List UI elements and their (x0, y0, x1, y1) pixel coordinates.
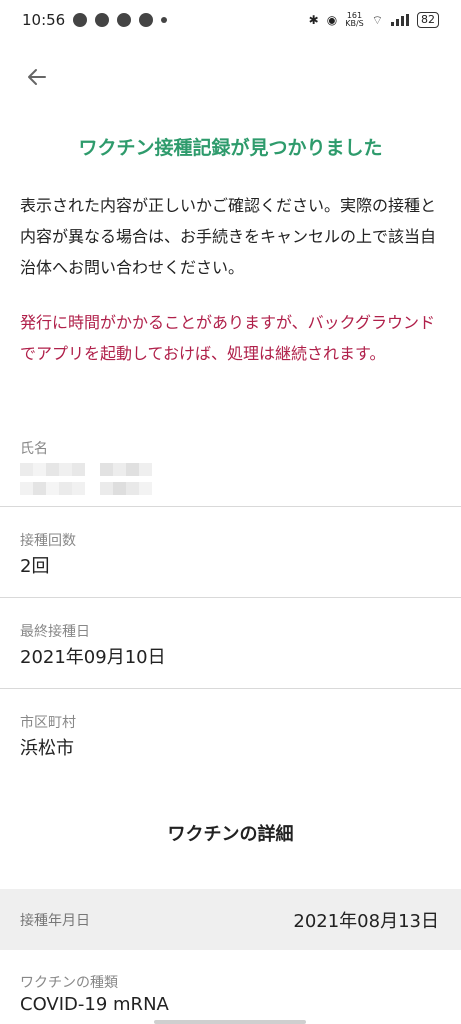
name-label: 氏名 (20, 441, 48, 457)
vaccine-type-label: ワクチンの種類 (20, 975, 118, 991)
back-button[interactable] (20, 60, 54, 94)
last-date-label: 最終接種日 (20, 624, 90, 640)
status-bar: 10:56 ✱ ◉ 161 KB/S ⌔ 82 (0, 0, 461, 40)
name-redacted-block (20, 461, 85, 495)
vaccination-date-label: 接種年月日 (20, 913, 90, 929)
warning-text: 発行に時間がかかることがありますが、バックグラウンドでアプリを起動しておけば、処… (20, 313, 436, 363)
municipality-value: 浜松市 (20, 738, 74, 759)
home-indicator[interactable] (154, 1020, 306, 1024)
divider (0, 506, 461, 507)
net-speed: 161 KB/S (345, 11, 364, 28)
p-app-icon (139, 13, 154, 27)
battery-indicator: 82 (417, 12, 439, 28)
dose-count-value: 2回 (20, 556, 50, 577)
status-right: ✱ ◉ 161 KB/S ⌔ 82 (309, 12, 439, 28)
wifi-icon: ⌔ (371, 12, 383, 27)
arrow-left-icon (28, 69, 46, 85)
vaccine-type-value: COVID-19 mRNA (20, 994, 169, 1015)
status-time: 10:56 (22, 11, 66, 29)
status-left: 10:56 (22, 11, 168, 29)
name-redacted-block-2 (100, 461, 152, 495)
last-date-value: 2021年09月10日 (20, 647, 166, 668)
chrome-app-icon (117, 13, 132, 27)
vaccination-date-row: 接種年月日 2021年08月13日 (0, 889, 461, 950)
vaccination-date-value: 2021年08月13日 (293, 911, 439, 932)
page-title: ワクチン接種記録が見つかりました (78, 137, 383, 159)
signal-icon (391, 14, 409, 26)
line-app-icon (73, 13, 88, 27)
municipality-label: 市区町村 (20, 715, 76, 731)
bluetooth-icon: ✱ (308, 13, 319, 27)
description-text: 表示された内容が正しいかご確認ください。実際の接種と内容が異なる場合は、お手続き… (20, 196, 437, 277)
location-icon: ◉ (326, 13, 338, 27)
divider (0, 597, 461, 598)
divider (0, 688, 461, 689)
vaccine-details-heading: ワクチンの詳細 (167, 824, 294, 845)
notification-dot-icon (161, 17, 168, 23)
cloud-app-icon (95, 13, 110, 27)
dose-count-label: 接種回数 (20, 533, 76, 549)
